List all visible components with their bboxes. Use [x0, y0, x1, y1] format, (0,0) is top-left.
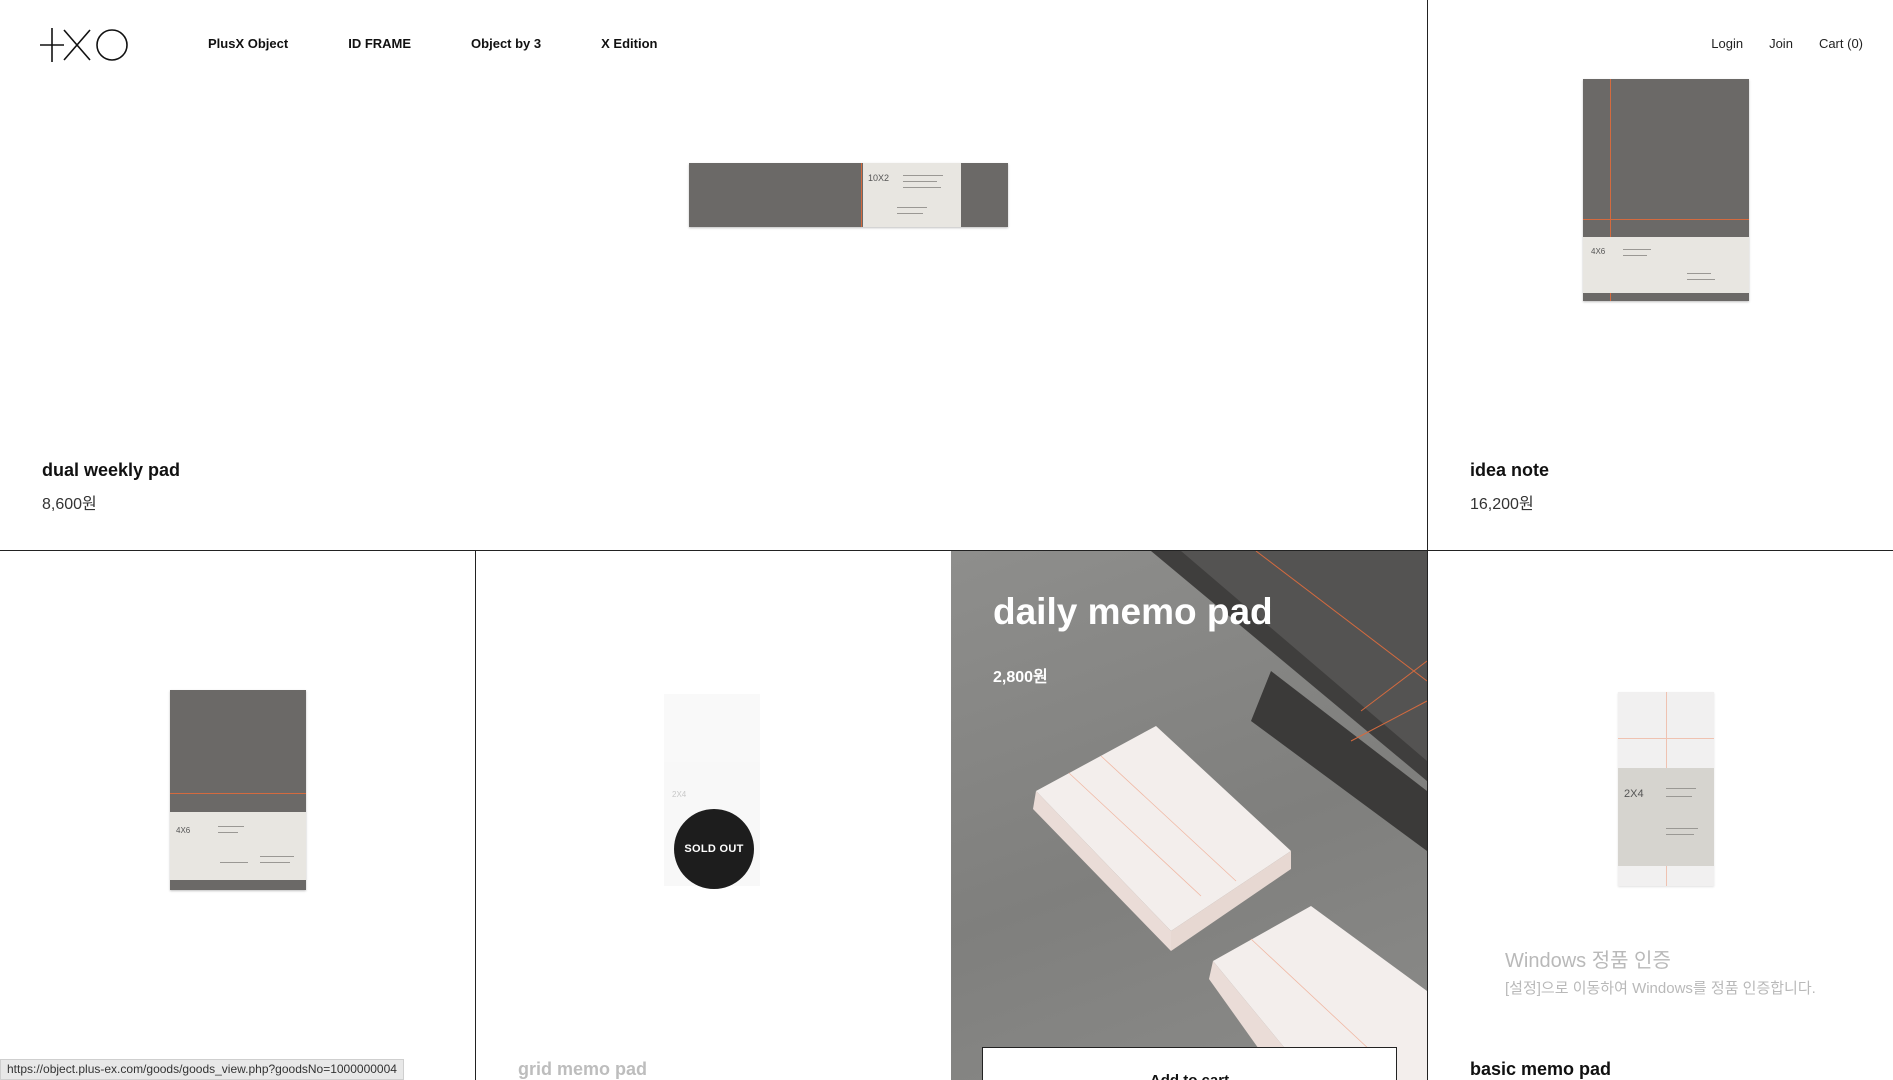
accent-line — [170, 793, 306, 794]
watermark-subtitle: [설정]으로 이동하여 Windows를 정품 인증합니다. — [1505, 980, 1816, 997]
nav-plusx-object[interactable]: PlusX Object — [208, 36, 288, 51]
nav-id-frame[interactable]: ID FRAME — [348, 36, 411, 51]
product-image: 2X4 — [1618, 692, 1714, 886]
nav-object-by-3[interactable]: Object by 3 — [471, 36, 541, 51]
product-card-grid-memo-pad[interactable]: 2X4 SOLD OUT grid memo pad — [476, 551, 951, 1080]
label-line — [1623, 249, 1651, 250]
accent-line — [1618, 738, 1714, 739]
label-line — [260, 862, 290, 863]
accent-line — [1583, 219, 1749, 220]
accent-line — [861, 163, 862, 227]
label-code: 2X4 — [1624, 788, 1644, 800]
main-nav: PlusX Object ID FRAME Object by 3 X Edit… — [208, 36, 717, 51]
product-image: 4X6 — [1583, 79, 1749, 301]
watermark-title: Windows 정품 인증 — [1505, 950, 1671, 972]
label-line — [903, 175, 943, 176]
product-label: 4X6 — [1583, 237, 1749, 293]
label-line — [903, 181, 937, 182]
product-image: 10X2 — [689, 163, 1008, 227]
product-name[interactable]: basic memo pad — [1470, 1059, 1611, 1080]
label-line — [260, 856, 294, 857]
label-code: 4X6 — [1591, 247, 1606, 256]
windows-activation-watermark: Windows 정품 인증 [설정]으로 이동하여 Windows를 정품 인증… — [1505, 944, 1816, 998]
product-price: 16,200원 — [1470, 496, 1534, 513]
utility-nav: Login Join Cart (0) — [1685, 36, 1863, 51]
label-line — [897, 207, 927, 208]
label-line — [1687, 279, 1715, 280]
product-card-daily-memo-pad[interactable]: daily memo pad 2,800원 Add to cart — [951, 551, 1427, 1080]
label-code: 2X4 — [672, 790, 687, 799]
browser-status-url: https://object.plus-ex.com/goods/goods_v… — [0, 1059, 404, 1080]
label-code: 10X2 — [868, 173, 890, 183]
label-code: 4X6 — [176, 826, 191, 835]
label-line — [1666, 788, 1696, 789]
label-line — [903, 187, 941, 188]
label-line — [1666, 834, 1694, 835]
nav-x-edition[interactable]: X Edition — [601, 36, 657, 51]
join-link[interactable]: Join — [1769, 36, 1793, 51]
sold-out-badge: SOLD OUT — [674, 809, 754, 889]
product-image: 4X6 — [170, 690, 306, 890]
label-line — [218, 826, 244, 827]
label-line — [1666, 828, 1698, 829]
site-header: PlusX Object ID FRAME Object by 3 X Edit… — [0, 0, 1893, 90]
label-line — [1623, 255, 1647, 256]
label-line — [1687, 273, 1711, 274]
product-name[interactable]: grid memo pad — [518, 1059, 647, 1080]
label-line — [220, 862, 248, 863]
product-card-notebook[interactable]: 4X6 — [0, 551, 475, 1080]
product-name[interactable]: idea note — [1470, 460, 1549, 481]
label-line — [1666, 796, 1692, 797]
add-to-cart-button[interactable]: Add to cart — [982, 1047, 1397, 1080]
featured-product-name[interactable]: daily memo pad — [993, 591, 1273, 633]
plusx-logo[interactable] — [40, 26, 130, 64]
label-line — [218, 832, 238, 833]
product-label: 4X6 — [170, 812, 306, 880]
label-line — [897, 213, 923, 214]
product-price: 8,600원 — [42, 496, 97, 513]
product-card-basic-memo-pad[interactable]: 2X4 basic memo pad — [1428, 551, 1893, 1080]
product-label: 10X2 — [863, 163, 961, 227]
login-link[interactable]: Login — [1711, 36, 1743, 51]
cart-link[interactable]: Cart (0) — [1819, 36, 1863, 51]
product-label: 2X4 — [1618, 768, 1714, 866]
featured-product-price: 2,800원 — [993, 669, 1048, 686]
product-name[interactable]: dual weekly pad — [42, 460, 180, 481]
